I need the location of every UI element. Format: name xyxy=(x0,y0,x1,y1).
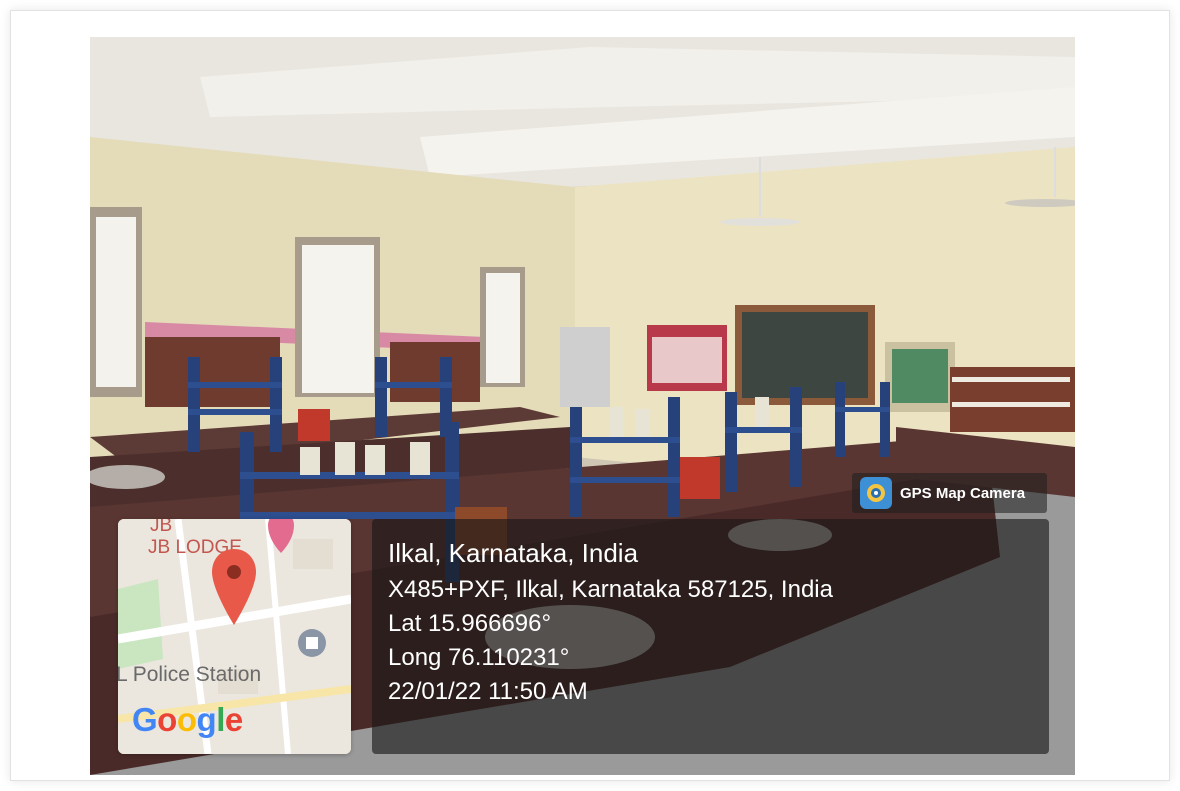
map-pin-icon xyxy=(212,549,256,625)
gps-map-camera-badge: GPS Map Camera xyxy=(852,473,1047,513)
latitude: Lat 15.966696° xyxy=(388,610,552,637)
address-line: X485+PXF, Ilkal, Karnataka 587125, India xyxy=(388,576,833,603)
timestamp: 22/01/22 11:50 AM xyxy=(388,678,588,705)
map-label-jb: JB xyxy=(150,519,173,536)
longitude: Long 76.110231° xyxy=(388,644,570,671)
badge-label: GPS Map Camera xyxy=(900,484,1026,502)
geotagged-photo: GPS Map Camera JB JB LODGE L Police Stat… xyxy=(90,37,1075,775)
gps-camera-icon xyxy=(860,477,892,509)
map-thumbnail: JB JB LODGE L Police Station Google xyxy=(118,519,351,754)
location-info-panel: Ilkal, Karnataka, India X485+PXF, Ilkal,… xyxy=(372,519,1049,754)
place-name: Ilkal, Karnataka, India xyxy=(388,538,639,568)
google-logo: Google xyxy=(132,701,243,738)
map-label-police-station: L Police Station xyxy=(118,663,262,686)
